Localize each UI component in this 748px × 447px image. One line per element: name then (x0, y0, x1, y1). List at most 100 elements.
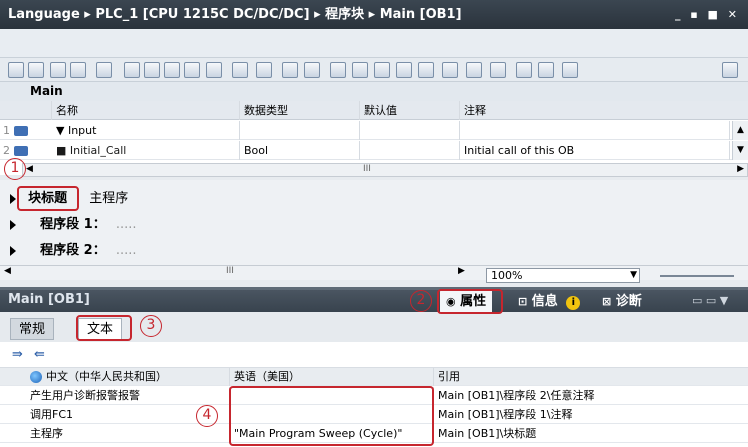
tab-diagnostics-label: 诊断 (615, 294, 642, 309)
column-header-comment[interactable]: 注释 (460, 101, 748, 120)
inspector-title: Main [OB1] (8, 292, 90, 307)
table-row[interactable]: 1 ▼ Input ▲ (0, 121, 748, 140)
text-chinese[interactable]: 产生用户诊断报警报警 (0, 387, 230, 405)
step-icon[interactable] (418, 62, 434, 78)
indent-icon[interactable] (442, 62, 458, 78)
block-editor-toolbar (0, 58, 748, 82)
network-comments-icon[interactable] (206, 62, 222, 78)
scroll-up-icon[interactable]: ▲ (732, 121, 748, 140)
text-reference: Main [OB1]\程序段 2\任意注释 (438, 389, 595, 402)
expand-all-icon[interactable] (124, 62, 140, 78)
network-label: 程序段 1： (40, 217, 106, 232)
highlight-text-tab (76, 315, 132, 341)
comment-icon[interactable] (184, 62, 200, 78)
table-row[interactable]: 2 ■ Initial_Call Bool Initial call of th… (0, 141, 748, 160)
table-header-row: 名称 数据类型 默认值 注释 (0, 101, 748, 120)
breadcrumb: Language ▸ PLC_1 [CPU 1215C DC/DC/DC] ▸ … (8, 7, 462, 22)
interface-horizontal-scrollbar[interactable]: ◀ III ▶ (22, 163, 748, 177)
column-header-english[interactable]: 英语（美国） (230, 368, 434, 386)
scroll-right-icon[interactable]: ▶ (458, 266, 465, 276)
expand-arrow-icon[interactable] (10, 219, 16, 230)
tab-diagnostics[interactable]: ⊠ 诊断 (596, 291, 648, 312)
column-header-default[interactable]: 默认值 (360, 101, 460, 120)
subtab-general[interactable]: 常规 (10, 318, 55, 340)
go-to-icon[interactable] (330, 62, 346, 78)
outdent-icon[interactable] (466, 62, 482, 78)
export-icon[interactable]: ⇛ (12, 347, 23, 362)
align-icon[interactable] (490, 62, 506, 78)
insert-row-icon[interactable] (50, 62, 66, 78)
breakpoint-icon[interactable] (516, 62, 532, 78)
program-networks-area: 块标题 主程序 程序段 1： ..... 程序段 2： ..... (0, 180, 748, 266)
row-number: 2 (3, 144, 10, 157)
window-title-bar: Language ▸ PLC_1 [CPU 1215C DC/DC/DC] ▸ … (0, 0, 748, 29)
block-name-label: Main (0, 82, 748, 101)
callout-2: 2 (410, 290, 432, 312)
row-comment[interactable] (460, 121, 730, 140)
watch-icon[interactable] (562, 62, 578, 78)
insert-network-icon[interactable] (8, 62, 24, 78)
expand-arrow-icon[interactable] (10, 245, 16, 256)
text-reference: Main [OB1]\块标题 (438, 427, 537, 440)
window-controls[interactable]: _ ▪ ■ ✕ (675, 0, 740, 29)
row-default[interactable] (360, 141, 460, 160)
interface-section-icon (13, 126, 28, 136)
network-row[interactable]: 程序段 1： ..... (10, 214, 137, 236)
column-header-reference[interactable]: 引用 (434, 368, 748, 386)
delete-network-icon[interactable] (28, 62, 44, 78)
scroll-left-icon[interactable]: ◀ (4, 266, 11, 276)
zoom-slider[interactable] (660, 275, 734, 277)
column-header-chinese[interactable]: 中文（中华人民共和国） (0, 368, 230, 386)
interface-variable-icon (13, 146, 28, 156)
text-chinese[interactable]: 主程序 (0, 425, 230, 443)
row-default[interactable] (360, 121, 460, 140)
tab-info[interactable]: ⊡ 信息 i (512, 291, 586, 312)
clear-breakpoint-icon[interactable] (538, 62, 554, 78)
network-comment[interactable]: ..... (116, 243, 137, 258)
callout-4: 4 (196, 405, 218, 427)
row-type[interactable] (240, 121, 360, 140)
tag-info-icon[interactable] (256, 62, 272, 78)
diagnostics-icon: ⊠ (602, 295, 612, 308)
highlight-icon[interactable] (304, 62, 320, 78)
load-icon[interactable] (396, 62, 412, 78)
scroll-down-icon[interactable]: ▼ (732, 141, 748, 160)
split-view-icon[interactable] (722, 62, 738, 78)
collapse-all-icon[interactable] (144, 62, 160, 78)
operand-display-icon[interactable] (232, 62, 248, 78)
column-header-datatype[interactable]: 数据类型 (240, 101, 360, 120)
highlight-properties-tab (437, 289, 503, 314)
row-name[interactable]: ■ Initial_Call (52, 141, 240, 160)
network-label: 程序段 2： (40, 243, 106, 258)
table-header-row: 中文（中华人民共和国） 英语（美国） 引用 (0, 368, 748, 386)
block-interface-icon[interactable] (282, 62, 298, 78)
tab-info-label: 信息 (531, 294, 558, 309)
chevron-down-icon[interactable]: ▼ (630, 269, 637, 282)
scroll-thumb[interactable]: III (226, 266, 234, 276)
network-row[interactable]: 程序段 2： ..... (10, 240, 137, 262)
import-icon[interactable]: ⇚ (34, 347, 45, 362)
inspector-window-controls[interactable]: ▭ ▭ ▼ (692, 294, 728, 307)
network-comment[interactable]: ..... (116, 217, 137, 232)
row-name[interactable]: ▼ Input (52, 121, 240, 140)
absolute-operand-icon[interactable] (96, 62, 112, 78)
row-number: 1 (3, 124, 10, 137)
highlight-block-title (17, 186, 79, 211)
scroll-thumb[interactable]: III (363, 164, 371, 174)
zoom-value: 100% (491, 269, 523, 282)
favorites-icon[interactable] (164, 62, 180, 78)
zoom-select[interactable]: 100% ▼ (486, 268, 640, 283)
add-row-icon[interactable] (70, 62, 86, 78)
block-title-value[interactable]: 主程序 (89, 191, 128, 206)
row-type[interactable]: Bool (240, 141, 360, 160)
column-header-name[interactable]: 名称 (52, 101, 240, 120)
expand-arrow-icon[interactable] (10, 193, 16, 204)
text-toolbar: ⇛ ⇚ (0, 342, 748, 368)
callout-1: 1 (4, 158, 26, 180)
scroll-left-icon[interactable]: ◀ (26, 164, 33, 174)
info-tab-icon: ⊡ (518, 295, 528, 308)
row-comment[interactable]: Initial call of this OB (460, 141, 730, 160)
scroll-right-icon[interactable]: ▶ (737, 164, 744, 174)
compare-icon[interactable] (352, 62, 368, 78)
monitor-icon[interactable] (374, 62, 390, 78)
